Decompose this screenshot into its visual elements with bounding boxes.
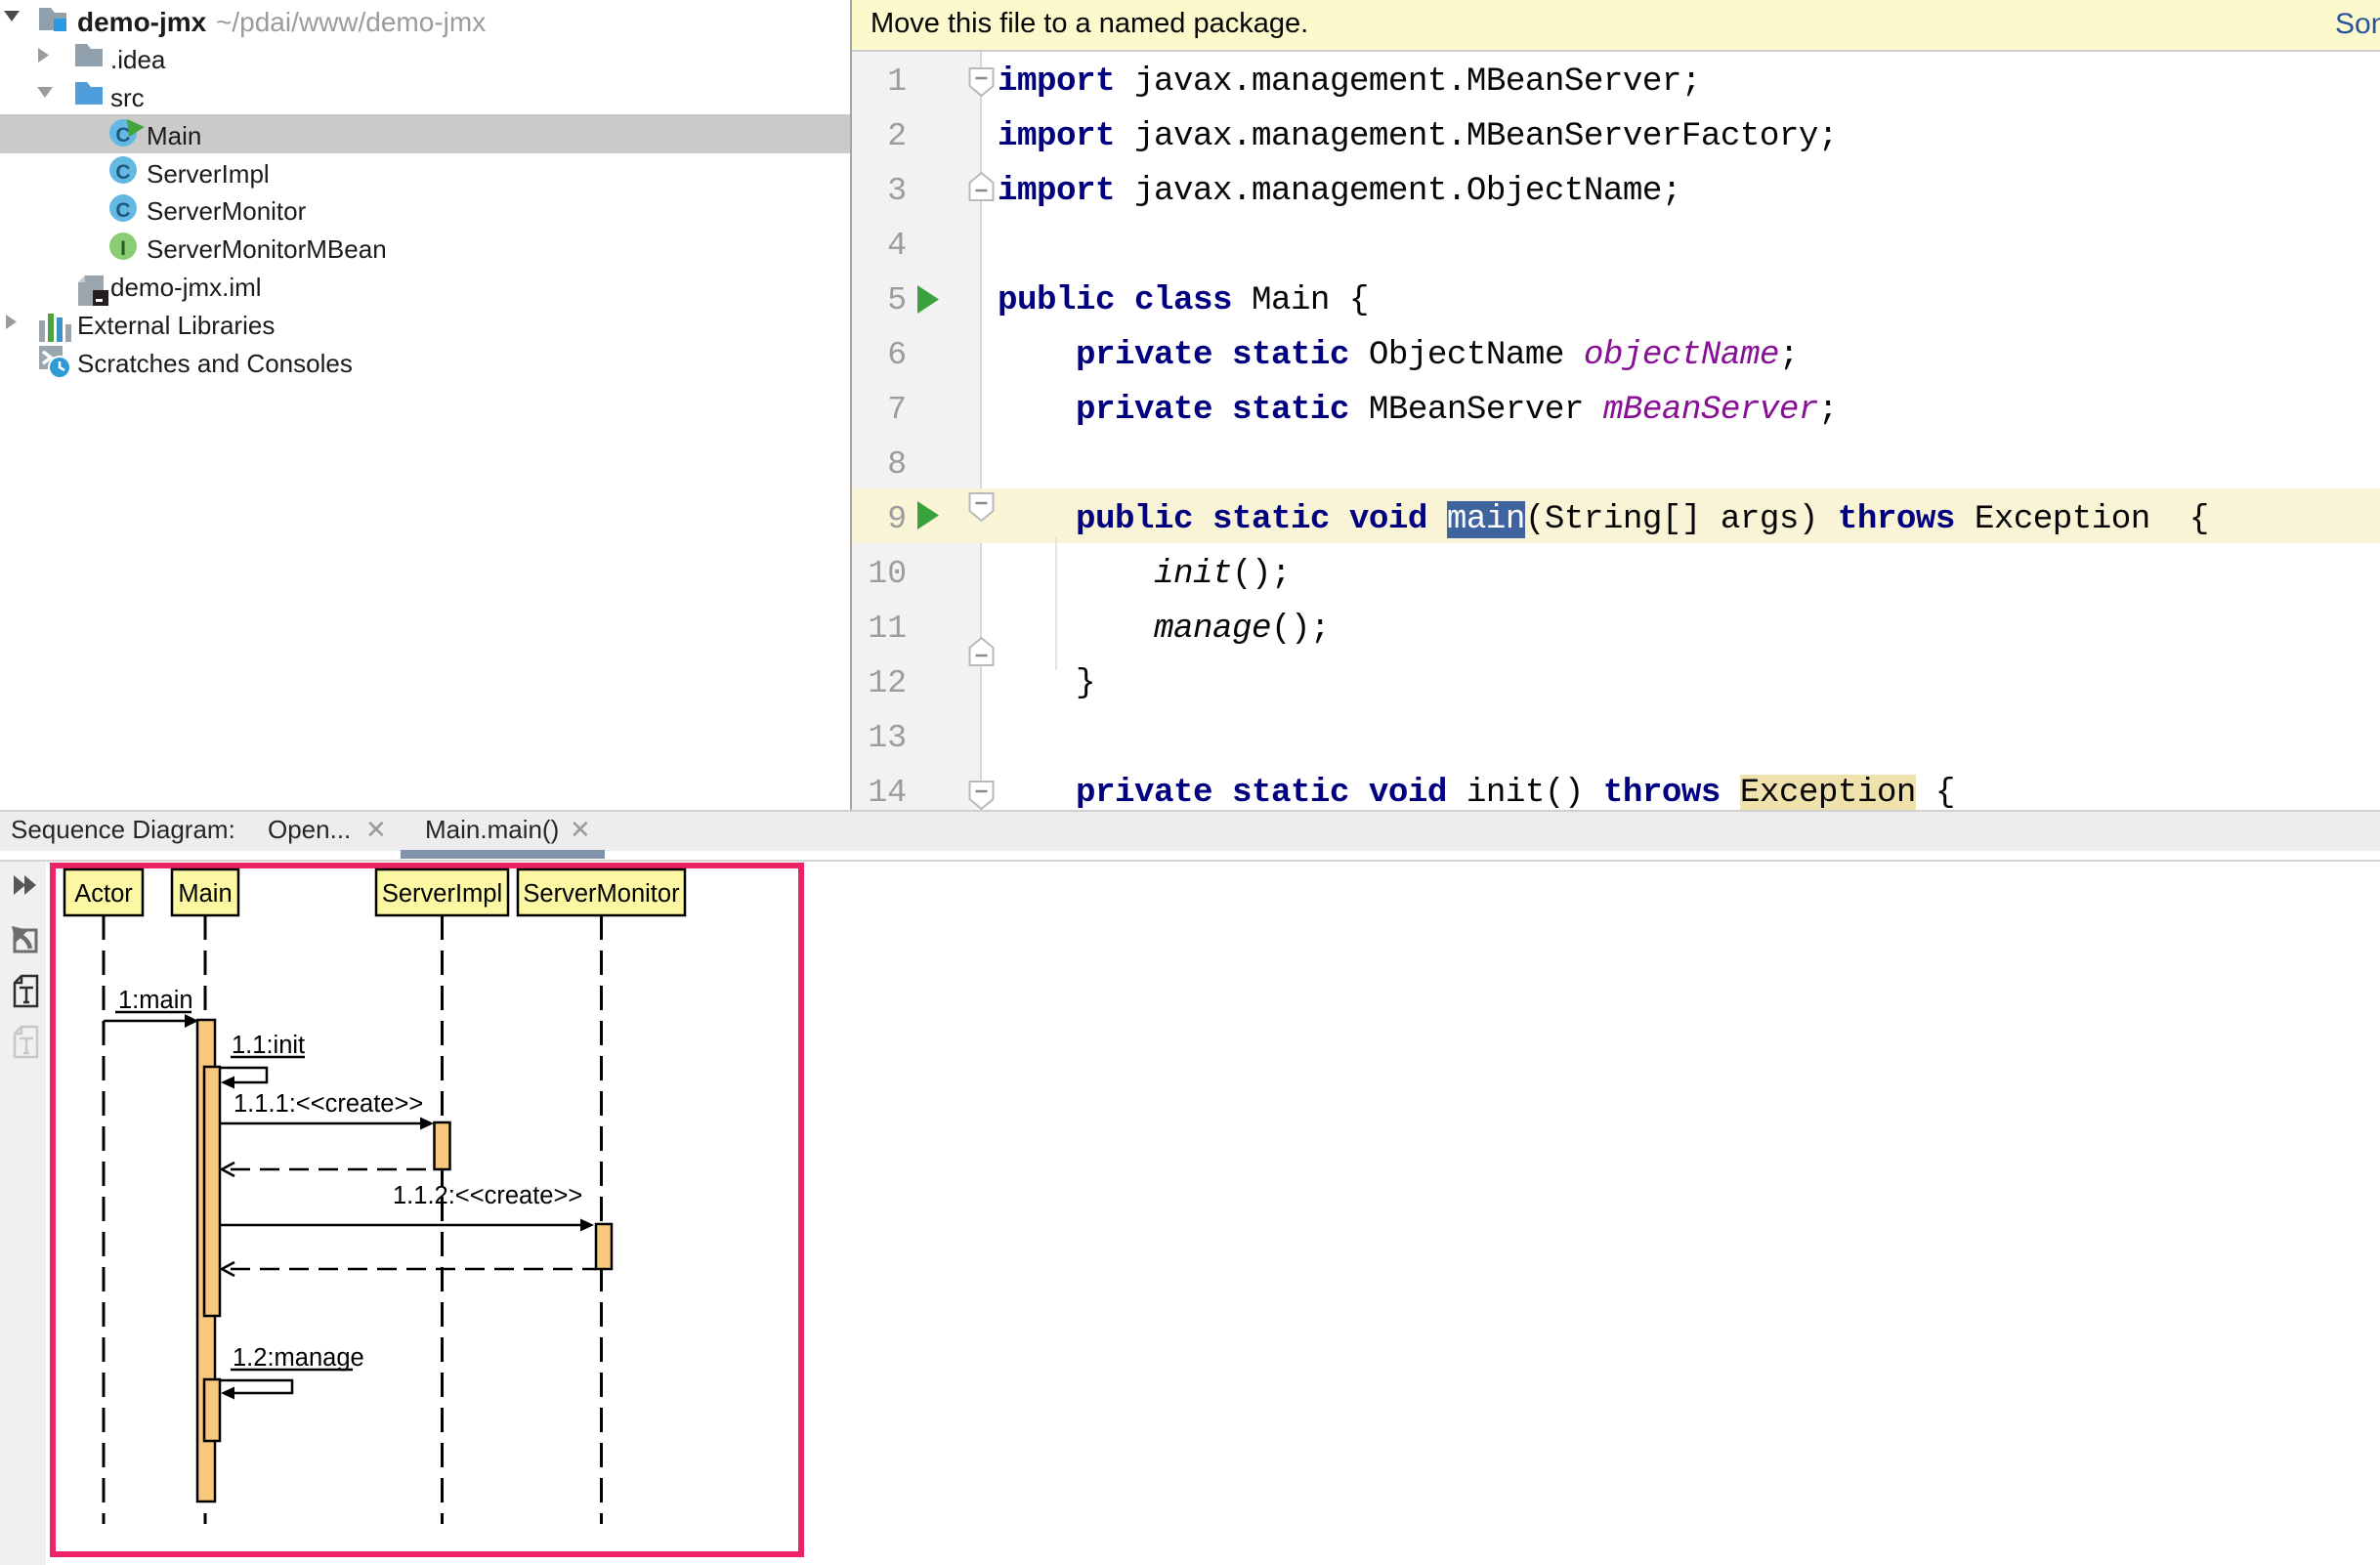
svg-text:Actor: Actor: [74, 880, 133, 908]
svg-text:1.1:init: 1.1:init: [232, 1032, 305, 1059]
svg-text:1.2:manage: 1.2:manage: [233, 1344, 364, 1372]
svg-text:Main: Main: [178, 880, 232, 908]
svg-text:ServerImpl: ServerImpl: [382, 880, 502, 908]
svg-text:1.1.2:<<create>>: 1.1.2:<<create>>: [393, 1182, 582, 1209]
svg-text:I: I: [120, 237, 126, 260]
svg-text:1:main: 1:main: [118, 987, 193, 1014]
svg-text:C: C: [115, 199, 130, 222]
svg-text:C: C: [115, 161, 130, 184]
svg-text:1.1.1:<<create>>: 1.1.1:<<create>>: [234, 1090, 423, 1118]
svg-text:ServerMonitor: ServerMonitor: [523, 880, 680, 908]
